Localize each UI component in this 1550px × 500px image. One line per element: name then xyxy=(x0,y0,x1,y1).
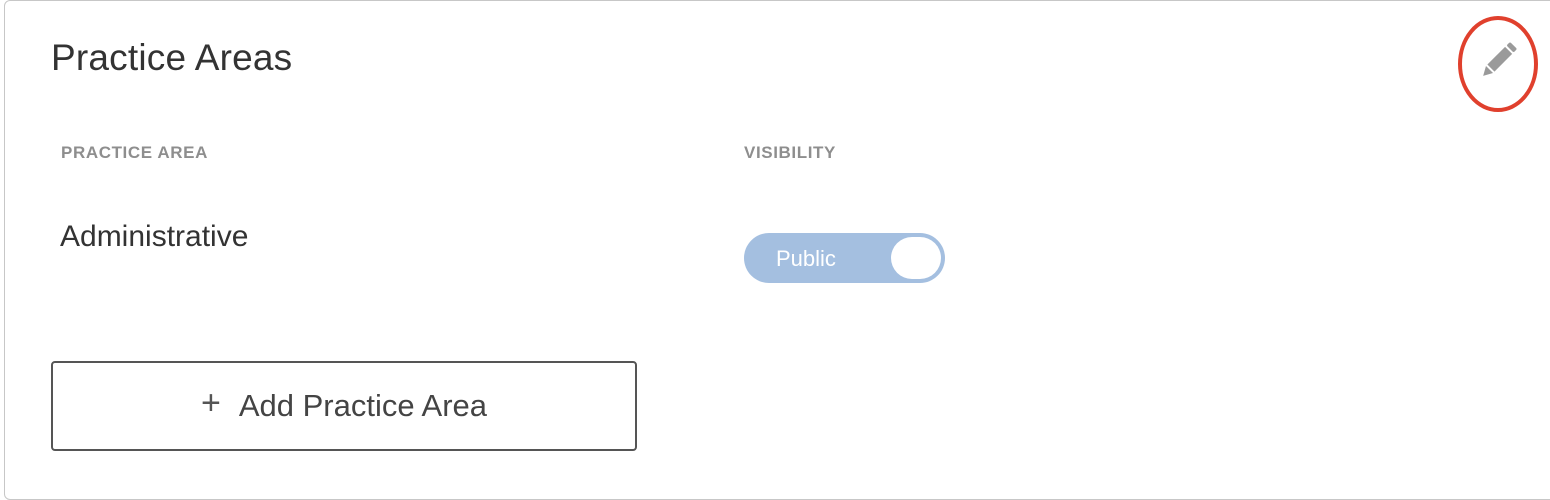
practice-area-name: Administrative xyxy=(60,220,249,253)
toggle-knob xyxy=(891,237,941,279)
plus-icon: + xyxy=(201,384,221,422)
column-header-visibility: VISIBILITY xyxy=(744,143,836,162)
visibility-toggle-label: Public xyxy=(776,246,836,271)
visibility-toggle[interactable]: Public xyxy=(744,233,945,283)
practice-areas-card: Practice Areas PRACTICE AREA VISIBILITY … xyxy=(4,0,1550,500)
edit-button[interactable] xyxy=(1458,16,1538,112)
pencil-icon xyxy=(1483,42,1517,76)
column-header-practice-area: PRACTICE AREA xyxy=(61,143,208,162)
add-practice-area-button[interactable]: + Add Practice Area xyxy=(51,361,637,451)
add-practice-area-label: Add Practice Area xyxy=(238,388,487,423)
section-title: Practice Areas xyxy=(51,37,293,78)
